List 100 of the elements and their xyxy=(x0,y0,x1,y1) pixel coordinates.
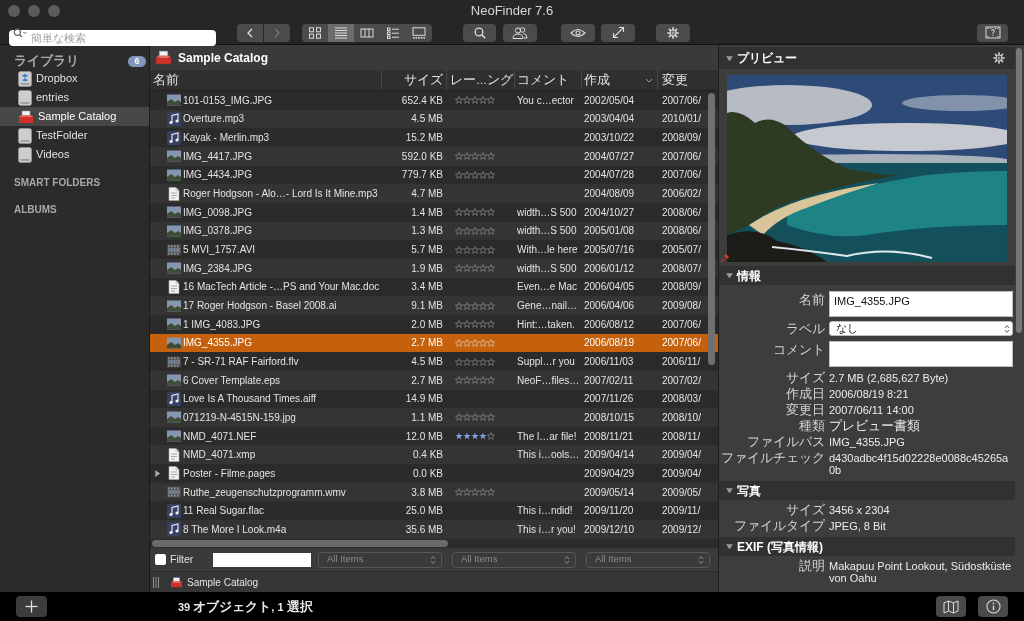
star-icon[interactable] xyxy=(487,413,495,422)
star-icon[interactable] xyxy=(471,96,479,105)
star-icon[interactable] xyxy=(479,432,487,441)
star-icon[interactable] xyxy=(455,170,463,179)
star-icon[interactable] xyxy=(487,226,495,235)
star-icon[interactable] xyxy=(463,432,471,441)
star-icon[interactable] xyxy=(479,226,487,235)
star-icon[interactable] xyxy=(479,320,487,329)
table-row[interactable]: 071219-N-4515N-159.jpg 1.1 MB 2008/10/15 2008/10/ xyxy=(150,408,718,427)
star-icon[interactable] xyxy=(479,170,487,179)
table-row[interactable]: 8 The More I Look.m4a 35.6 MB This i…r you! 2009/12/10 2009/12/ xyxy=(150,520,718,539)
add-button[interactable] xyxy=(16,596,47,617)
column-header[interactable]: 名前 xyxy=(150,70,382,90)
column-header[interactable]: コメント xyxy=(515,70,582,90)
star-icon[interactable] xyxy=(487,208,495,217)
star-icon[interactable] xyxy=(479,208,487,217)
text-field[interactable] xyxy=(829,341,1013,367)
star-icon[interactable] xyxy=(455,376,463,385)
star-icon[interactable] xyxy=(479,245,487,254)
disclosure-triangle-icon[interactable] xyxy=(726,272,733,279)
map-button[interactable] xyxy=(936,596,966,617)
star-icon[interactable] xyxy=(487,320,495,329)
star-icon[interactable] xyxy=(463,226,471,235)
star-icon[interactable] xyxy=(455,301,463,310)
star-icon[interactable] xyxy=(487,96,495,105)
star-icon[interactable] xyxy=(463,96,471,105)
star-icon[interactable] xyxy=(463,488,471,497)
star-icon[interactable] xyxy=(479,301,487,310)
gallery-view-button[interactable] xyxy=(406,23,432,42)
column-header[interactable]: 変更 xyxy=(658,70,718,90)
star-icon[interactable] xyxy=(463,170,471,179)
star-icon[interactable] xyxy=(479,264,487,273)
star-icon[interactable] xyxy=(479,413,487,422)
preview-button[interactable] xyxy=(561,23,595,42)
star-icon[interactable] xyxy=(471,376,479,385)
disclosure-triangle-icon[interactable] xyxy=(726,487,733,494)
expand-button[interactable] xyxy=(601,23,635,42)
sidebar-item[interactable]: Videos xyxy=(0,145,149,164)
path-label[interactable]: Sample Catalog xyxy=(187,574,259,590)
star-icon[interactable] xyxy=(487,376,495,385)
info-button[interactable] xyxy=(978,596,1008,617)
scrollbar[interactable] xyxy=(708,93,715,365)
star-icon[interactable] xyxy=(455,152,463,161)
star-icon[interactable] xyxy=(455,264,463,273)
star-icon[interactable] xyxy=(471,264,479,273)
grip-icon[interactable] xyxy=(153,576,159,588)
star-icon[interactable] xyxy=(471,432,479,441)
table-row[interactable]: NMD_4071.xmp 0.4 KB This i…ools… 2009/04/14 2009/04/ xyxy=(150,445,718,465)
star-icon[interactable] xyxy=(471,488,479,497)
star-icon[interactable] xyxy=(455,320,463,329)
star-icon[interactable] xyxy=(487,488,495,497)
column-view-button[interactable] xyxy=(354,23,380,42)
star-icon[interactable] xyxy=(487,245,495,254)
star-icon[interactable] xyxy=(471,226,479,235)
section-header[interactable]: プリビュー xyxy=(719,47,1015,69)
star-icon[interactable] xyxy=(455,245,463,254)
section-header[interactable]: 情報 xyxy=(719,266,1015,285)
icon-view-button[interactable] xyxy=(302,23,328,42)
disclosure-triangle-icon[interactable] xyxy=(726,54,733,62)
star-icon[interactable] xyxy=(487,170,495,179)
back-button[interactable] xyxy=(237,23,263,42)
star-icon[interactable] xyxy=(471,301,479,310)
star-icon[interactable] xyxy=(487,357,495,366)
star-icon[interactable] xyxy=(471,245,479,254)
star-icon[interactable] xyxy=(487,152,495,161)
section-header[interactable]: 写真 xyxy=(719,481,1015,500)
star-icon[interactable] xyxy=(471,208,479,217)
star-icon[interactable] xyxy=(479,376,487,385)
search-field[interactable]: 簡単な検索 xyxy=(9,29,216,46)
star-icon[interactable] xyxy=(455,226,463,235)
zoom-button[interactable] xyxy=(48,4,60,17)
star-icon[interactable] xyxy=(471,320,479,329)
close-button[interactable] xyxy=(8,4,20,17)
minimize-button[interactable] xyxy=(28,4,40,17)
column-header[interactable]: 作成 xyxy=(582,70,658,90)
star-icon[interactable] xyxy=(479,488,487,497)
star-icon[interactable] xyxy=(471,357,479,366)
star-icon[interactable] xyxy=(463,245,471,254)
sidebar-item[interactable]: Sample Catalog xyxy=(0,107,149,126)
section-header[interactable]: EXIF (写真情報) xyxy=(719,537,1015,556)
text-field[interactable]: IMG_4355.JPG xyxy=(829,291,1013,317)
list-view-button[interactable] xyxy=(328,23,354,42)
star-icon[interactable] xyxy=(471,413,479,422)
sidebar-item[interactable]: TestFolder xyxy=(0,126,149,145)
scrollbar[interactable] xyxy=(1016,48,1022,333)
star-icon[interactable] xyxy=(463,320,471,329)
disclosure-triangle-icon[interactable] xyxy=(726,543,733,550)
settings-button[interactable] xyxy=(656,23,690,42)
star-icon[interactable] xyxy=(455,432,463,441)
table-row[interactable]: 17 Roger Hodgson - Basel 2008.ai 9.1 MB Gene…nail… 2006/04/06 2009/08/ xyxy=(150,296,718,315)
settings-icon[interactable] xyxy=(993,52,1005,64)
star-icon[interactable] xyxy=(487,432,495,441)
filter-checkbox[interactable] xyxy=(155,554,166,565)
star-icon[interactable] xyxy=(487,264,495,273)
search-button[interactable] xyxy=(463,23,496,42)
disclosure-triangle-icon[interactable] xyxy=(154,469,161,477)
help-button[interactable] xyxy=(977,23,1008,42)
filter-field[interactable] xyxy=(213,552,311,567)
star-icon[interactable] xyxy=(479,96,487,105)
star-icon[interactable] xyxy=(455,96,463,105)
